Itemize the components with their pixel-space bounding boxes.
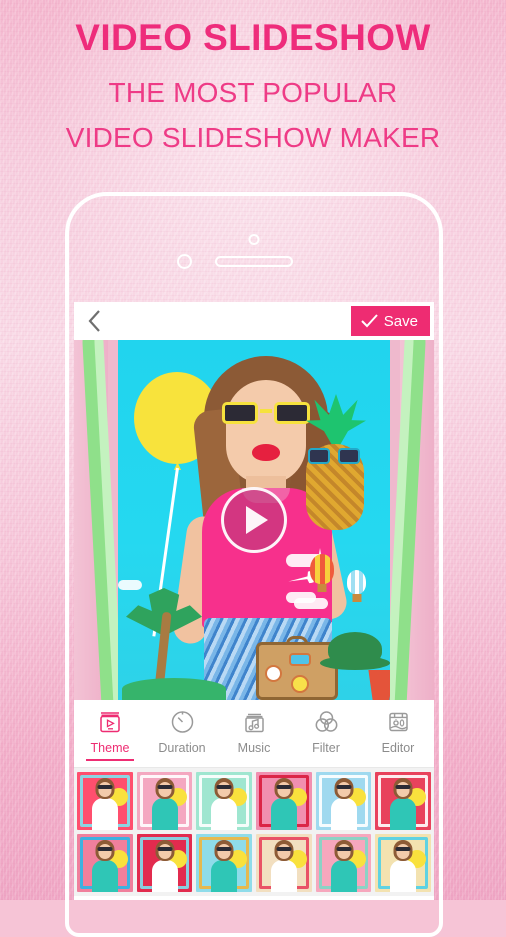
- thumbnail-model-sunglasses: [276, 785, 292, 789]
- theme-thumbnail[interactable]: [196, 834, 253, 892]
- cloud-sticker-3: [286, 592, 316, 603]
- thumbnail-model-body: [390, 798, 417, 830]
- chevron-left-icon: [88, 310, 100, 332]
- hot-air-balloon-2: [347, 570, 366, 602]
- thumbnail-model-sunglasses: [336, 847, 352, 851]
- thumbnail-model-sunglasses: [336, 785, 352, 789]
- tab-theme[interactable]: Theme: [74, 699, 146, 767]
- balloon-basket-1: [317, 584, 327, 592]
- theme-thumbnail[interactable]: [256, 834, 312, 892]
- play-icon: [245, 506, 268, 534]
- subtitle-line-2: VIDEO SLIDESHOW MAKER: [65, 122, 441, 153]
- theme-thumbnail[interactable]: [196, 772, 253, 830]
- tab-editor[interactable]: Editor: [362, 699, 434, 767]
- phone-speaker-icon: [215, 256, 293, 267]
- music-note-box-icon: [241, 706, 268, 736]
- thumbnail-model-body: [211, 798, 238, 830]
- bucket-sticker: [368, 670, 390, 700]
- pineapple-lens-right: [338, 448, 360, 464]
- theme-thumbnail[interactable]: [375, 772, 432, 830]
- theme-thumbnail[interactable]: [77, 834, 133, 892]
- model-face: [226, 380, 306, 484]
- sunglasses-bridge: [260, 409, 272, 413]
- thumbnail-model-sunglasses: [157, 785, 172, 789]
- theme-thumbnail[interactable]: [315, 772, 372, 830]
- thumbnail-model-body: [390, 860, 417, 892]
- balloon-basket-2: [352, 594, 361, 602]
- theme-thumbnail[interactable]: [136, 772, 193, 830]
- tab-music-label: Music: [237, 741, 271, 755]
- tab-duration-label: Duration: [158, 741, 206, 755]
- thumbnail-model-body: [270, 860, 297, 892]
- theme-thumbnail[interactable]: [136, 834, 193, 892]
- thumbnail-model-sunglasses: [157, 847, 172, 851]
- pineapple-sunglasses-icon: [308, 448, 360, 464]
- theme-thumbnail-grid: [74, 768, 434, 896]
- suitcase-sticker: [256, 642, 338, 700]
- promo-headline: VIDEO SLIDESHOW THE MOST POPULAR VIDEO S…: [0, 0, 506, 152]
- sunglasses-lens-right: [274, 402, 310, 424]
- thumbnail-model-body: [151, 860, 178, 892]
- tab-filter-label: Filter: [312, 741, 340, 755]
- video-preview[interactable]: [74, 340, 434, 700]
- thumbnail-model-body: [151, 798, 178, 830]
- hot-air-balloon-1: [310, 554, 334, 592]
- thumbnail-model-sunglasses: [216, 847, 232, 851]
- suitcase-sticker-badge-2: [289, 653, 311, 666]
- tab-editor-label: Editor: [381, 741, 415, 755]
- yellow-sunglasses-icon: [220, 402, 312, 424]
- theme-thumbnail-row: [77, 772, 432, 830]
- suitcase-sticker-badge-3: [291, 675, 309, 693]
- page-title: VIDEO SLIDESHOW: [75, 17, 431, 58]
- sunglasses-lens-left: [222, 402, 258, 424]
- thumbnail-model-body: [270, 798, 297, 830]
- green-hat-sticker: [328, 632, 382, 666]
- clock-icon: [169, 706, 196, 736]
- tab-music[interactable]: Music: [218, 699, 290, 767]
- thumbnail-model-body: [91, 860, 118, 892]
- suitcase-handle: [286, 636, 308, 645]
- play-button[interactable]: [221, 487, 287, 553]
- thumbnail-model-sunglasses: [395, 785, 411, 789]
- thumbnail-model-body: [330, 860, 357, 892]
- theme-thumbnail[interactable]: [77, 772, 133, 830]
- model-lips: [252, 444, 280, 461]
- thumbnail-model-sunglasses: [395, 847, 411, 851]
- thumbnail-model-sunglasses: [276, 847, 292, 851]
- theme-thumbnail[interactable]: [256, 772, 312, 830]
- pineapple-lens-left: [308, 448, 330, 464]
- tab-theme-label: Theme: [90, 741, 130, 755]
- save-button[interactable]: Save: [350, 306, 430, 336]
- editor-tabbar: Theme Duration Music Filter Editor: [74, 700, 434, 768]
- thumbnail-model-body: [211, 860, 238, 892]
- tab-filter[interactable]: Filter: [290, 699, 362, 767]
- app-topbar: Save: [74, 302, 434, 340]
- phone-camera-icon: [177, 254, 192, 269]
- thumbnail-model-sunglasses: [97, 785, 113, 789]
- theme-book-play-icon: [97, 706, 124, 736]
- island-sticker: [122, 678, 226, 700]
- theme-thumbnail[interactable]: [315, 834, 372, 892]
- theme-thumbnail[interactable]: [375, 834, 432, 892]
- thumbnail-model-body: [91, 798, 118, 830]
- phone-sensor-icon: [248, 234, 260, 245]
- photo-edit-icon: [385, 706, 412, 736]
- back-button[interactable]: [74, 302, 114, 340]
- theme-thumbnail-row: [77, 834, 432, 892]
- tab-duration[interactable]: Duration: [146, 699, 218, 767]
- app-screen: Save Theme Duration Music Filter Editor: [74, 302, 434, 900]
- cloud-sticker-4: [118, 580, 142, 590]
- suitcase-sticker-badge-1: [265, 665, 282, 682]
- thumbnail-model-body: [330, 798, 357, 830]
- thumbnail-model-sunglasses: [216, 785, 232, 789]
- thumbnail-model-sunglasses: [97, 847, 113, 851]
- save-button-label: Save: [383, 312, 418, 330]
- subtitle-line-1: THE MOST POPULAR: [108, 77, 398, 108]
- three-circles-icon: [313, 706, 340, 736]
- check-icon: [361, 314, 378, 328]
